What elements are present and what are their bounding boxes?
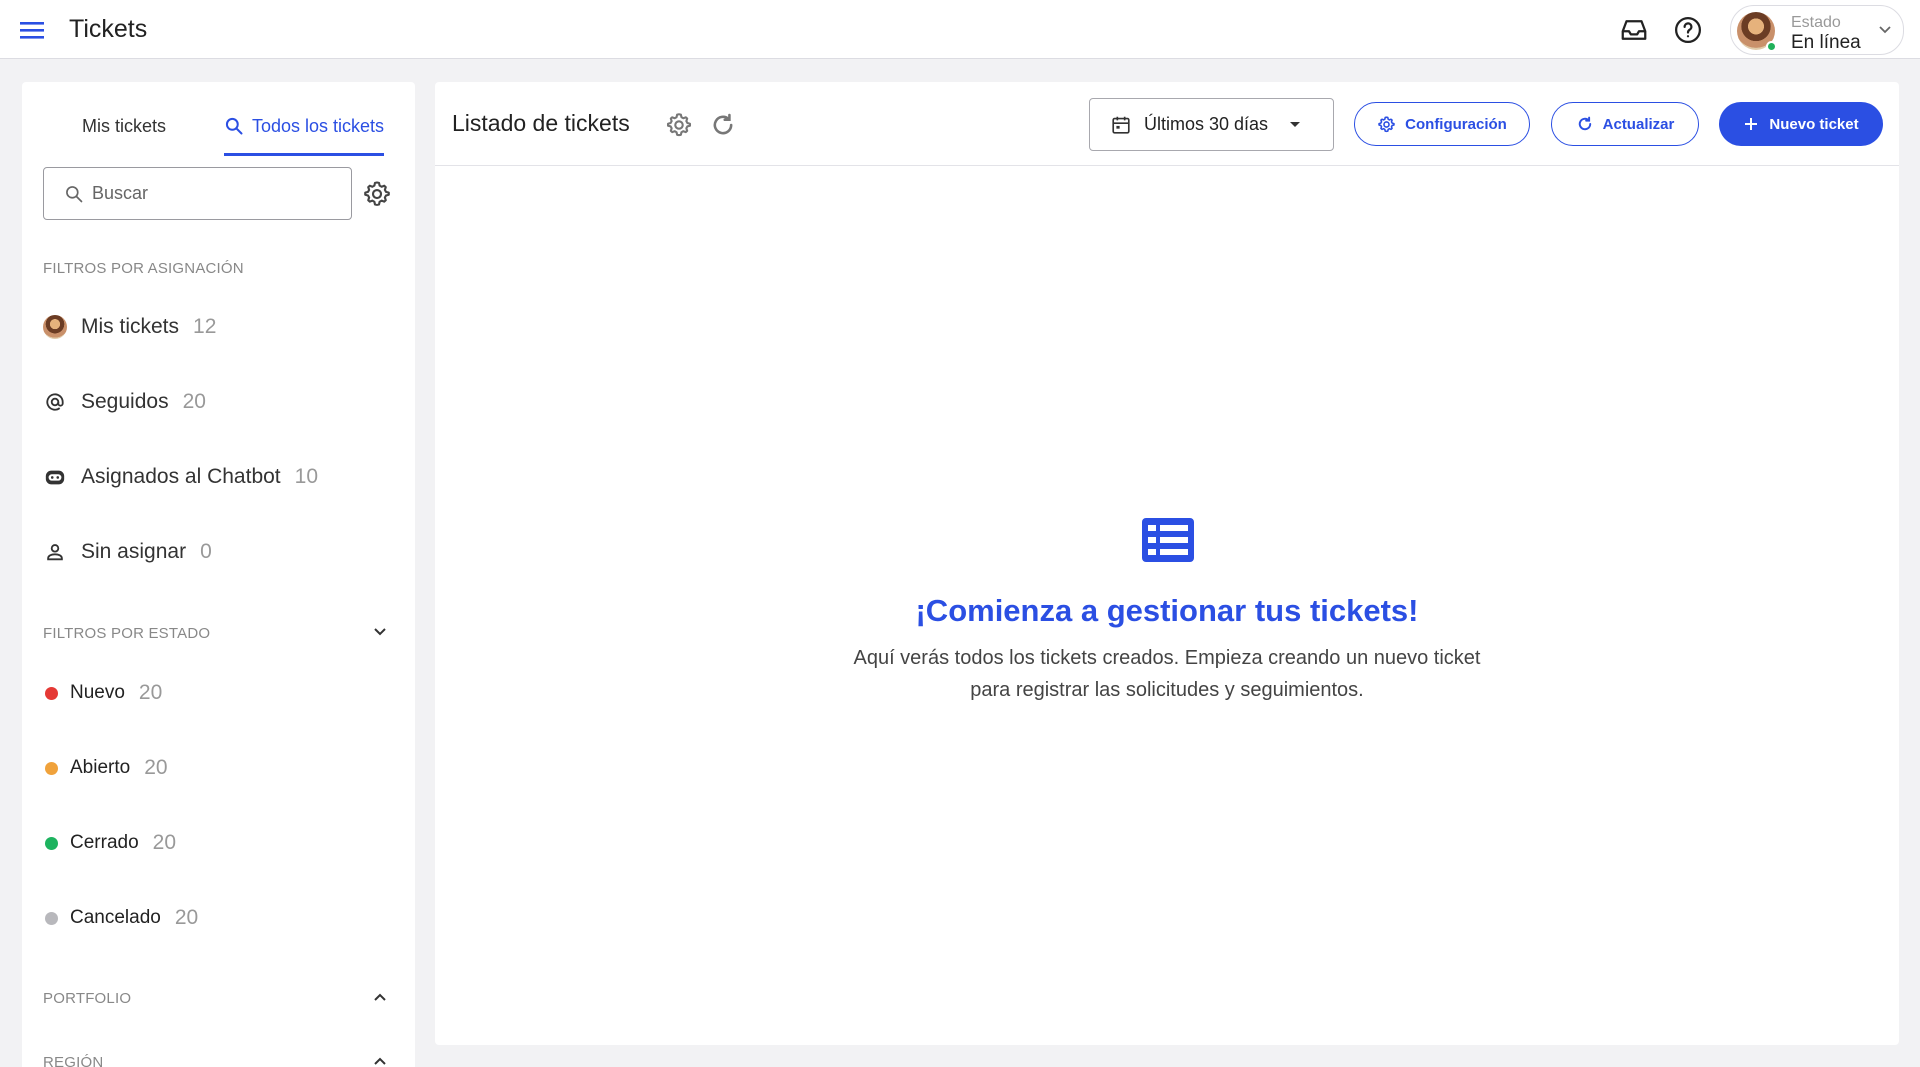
calendar-icon <box>1110 114 1132 136</box>
chevron-up-icon[interactable] <box>372 1055 388 1067</box>
list-header: Listado de tickets Últimos 30 días Confi… <box>435 82 1899 166</box>
date-range-select[interactable]: Últimos 30 días <box>1089 98 1334 151</box>
refresh-button[interactable]: Actualizar <box>1551 102 1699 146</box>
filters-panel: Mis tickets Todos los tickets FILTROS PO… <box>22 82 415 1067</box>
filter-label: Cerrado <box>70 832 139 853</box>
search-icon <box>64 184 84 204</box>
filter-count: 20 <box>174 906 199 929</box>
person-icon <box>43 540 67 564</box>
filter-asignados-chatbot[interactable]: Asignados al Chatbot 10 <box>43 462 318 492</box>
refresh-icon[interactable] <box>709 111 737 139</box>
inbox-icon[interactable] <box>1619 15 1649 45</box>
ticket-list-panel: Listado de tickets Últimos 30 días Confi… <box>435 82 1899 1045</box>
filter-count: 0 <box>200 540 212 563</box>
filter-count: 20 <box>182 390 206 413</box>
refresh-icon <box>1576 115 1594 133</box>
tab-mis-tickets[interactable]: Mis tickets <box>82 116 166 148</box>
region-heading: REGIÓN <box>43 1054 104 1067</box>
page-title: Listado de tickets <box>452 110 630 136</box>
status-dot <box>45 836 58 850</box>
filter-status-cerrado[interactable]: Cerrado 20 <box>43 828 176 858</box>
empty-state-title: ¡Comienza a gestionar tus tickets! <box>915 593 1419 628</box>
chevron-down-icon[interactable] <box>372 626 388 638</box>
empty-state-line: Aquí verás todos los tickets creados. Em… <box>853 647 1481 669</box>
hamburger-menu-icon[interactable] <box>18 18 46 42</box>
filter-count: 20 <box>138 681 163 704</box>
search-input[interactable] <box>92 183 322 204</box>
filter-label: Nuevo <box>70 682 125 703</box>
online-status-dot <box>1766 41 1777 52</box>
search-icon <box>224 116 244 147</box>
status-filters-heading: FILTROS POR ESTADO <box>43 625 211 642</box>
tab-label: Todos los tickets <box>252 116 385 136</box>
filter-sin-asignar[interactable]: Sin asignar 0 <box>43 537 212 567</box>
filter-seguidos[interactable]: Seguidos 20 <box>43 387 206 417</box>
filter-count: 20 <box>144 756 168 779</box>
at-icon <box>43 390 67 414</box>
help-icon[interactable] <box>1673 15 1703 45</box>
button-label: Configuración <box>1405 115 1507 133</box>
status-dot <box>45 761 58 775</box>
gear-icon[interactable] <box>362 179 392 209</box>
search-field[interactable] <box>43 167 352 220</box>
filter-count: 20 <box>152 831 177 854</box>
empty-state-text: Aquí verás todos los tickets creados. Em… <box>435 642 1899 706</box>
filter-label: Asignados al Chatbot <box>81 465 281 488</box>
status-dot <box>45 911 58 925</box>
top-bar: Tickets Estado En línea <box>0 0 1920 59</box>
filter-mis-tickets[interactable]: Mis tickets 12 <box>43 312 216 342</box>
filter-count: 10 <box>294 465 318 488</box>
avatar <box>43 315 67 339</box>
button-label: Nuevo ticket <box>1769 115 1859 133</box>
button-label: Actualizar <box>1602 115 1675 133</box>
bot-icon <box>43 465 67 489</box>
status-dot <box>45 686 58 700</box>
filter-label: Seguidos <box>81 390 169 413</box>
status-label: Estado <box>1791 14 1841 31</box>
user-status-dropdown[interactable]: Estado En línea <box>1730 5 1904 55</box>
assignment-filters-heading: FILTROS POR ASIGNACIÓN <box>43 260 244 277</box>
caret-down-icon <box>1288 120 1302 130</box>
chevron-up-icon[interactable] <box>372 991 388 1003</box>
filter-count: 12 <box>193 315 217 338</box>
filter-label: Mis tickets <box>81 315 180 338</box>
app-title: Tickets <box>69 15 148 43</box>
gear-icon <box>1377 115 1396 134</box>
configuration-button[interactable]: Configuración <box>1354 102 1530 146</box>
filter-status-abierto[interactable]: Abierto 20 <box>43 753 168 783</box>
filter-label: Cancelado <box>70 907 161 928</box>
filter-status-nuevo[interactable]: Nuevo 20 <box>43 678 162 708</box>
portfolio-heading: PORTFOLIO <box>43 990 132 1007</box>
tab-todos-los-tickets[interactable]: Todos los tickets <box>224 116 385 156</box>
gear-icon[interactable] <box>665 111 693 139</box>
list-icon <box>1140 516 1196 564</box>
plus-icon <box>1743 116 1759 132</box>
chevron-down-icon <box>1877 24 1893 36</box>
date-range-value: Últimos 30 días <box>1144 114 1269 134</box>
filter-label: Abierto <box>70 757 131 778</box>
status-value: En línea <box>1791 32 1861 53</box>
new-ticket-button[interactable]: Nuevo ticket <box>1719 102 1883 146</box>
filter-status-cancelado[interactable]: Cancelado 20 <box>43 903 198 933</box>
empty-state-line: para registrar las solicitudes y seguimi… <box>970 679 1364 701</box>
filter-label: Sin asignar <box>81 540 187 563</box>
